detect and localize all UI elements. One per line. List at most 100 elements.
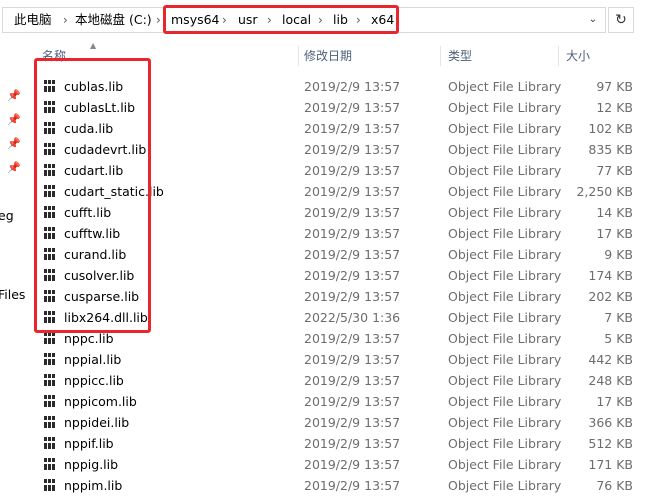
column-date[interactable]: 修改日期 [304,44,352,68]
file-date: 2019/2/9 13:57 [304,268,401,283]
file-row[interactable]: curand.lib 2019/2/9 13:57 Object File Libr… [30,244,661,265]
file-row[interactable]: cusparse.lib 2019/2/9 13:57 Object File Li… [30,286,661,307]
chevron-down-icon[interactable]: ⌄ [584,11,602,29]
file-row[interactable]: cudart_static.lib 2019/2/9 13:57 Object Fi… [30,181,661,202]
library-file-icon [44,311,57,323]
library-file-icon [44,122,57,134]
file-date: 2019/2/9 13:57 [304,121,401,136]
column-type[interactable]: 类型 [448,44,472,68]
file-type: Object File Library [448,100,562,115]
refresh-button[interactable]: ↻ [608,7,634,33]
file-date: 2019/2/9 13:57 [304,457,401,472]
file-size: 17 KB [596,394,633,409]
library-file-icon [44,290,57,302]
file-name: cudart.lib [64,163,124,178]
file-row[interactable]: cudadevrt.lib 2019/2/9 13:57 Object File L… [30,139,661,160]
address-bar: 此电脑 › 本地磁盘 (C:) › msys64 › usr › local ›… [0,0,661,40]
nav-item-partial[interactable]: Files [0,287,25,302]
file-size: 97 KB [596,79,633,94]
file-row[interactable]: nppicc.lib 2019/2/9 13:57 Object File Libr… [30,370,661,391]
breadcrumb-local[interactable]: local [282,11,311,29]
file-name: cuda.lib [64,121,114,136]
breadcrumb-local-disk[interactable]: 本地磁盘 (C:) [75,11,152,29]
file-date: 2019/2/9 13:57 [304,163,401,178]
column-divider[interactable] [298,46,299,66]
file-type: Object File Library [448,247,562,262]
file-name: nppial.lib [64,352,122,367]
library-file-icon [44,437,57,449]
file-row[interactable]: nppidei.lib 2019/2/9 13:57 Object File Lib… [30,412,661,433]
library-file-icon [44,143,57,155]
library-file-icon [44,374,57,386]
file-size: 366 KB [588,415,633,430]
file-row[interactable]: nppicom.lib 2019/2/9 13:57 Object File Lib… [30,391,661,412]
file-name: nppicc.lib [64,373,124,388]
file-date: 2022/5/30 1:36 [304,310,401,325]
column-name[interactable]: 名称 [42,44,66,68]
column-size[interactable]: 大小 [566,44,590,68]
file-size: 12 KB [596,100,633,115]
column-divider[interactable] [440,46,441,66]
file-row[interactable]: cufftw.lib 2019/2/9 13:57 Object File Libr… [30,223,661,244]
file-size: 2,250 KB [576,184,633,199]
navigation-pane: 📌 📌 📌 📌 eg Files [0,40,30,484]
file-row[interactable]: cuda.lib 2019/2/9 13:57 Object File Librar… [30,118,661,139]
breadcrumb-this-pc[interactable]: 此电脑 [14,11,52,29]
library-file-icon [44,80,57,92]
file-size: 174 KB [588,268,633,283]
breadcrumb-x64[interactable]: x64 [371,11,394,29]
file-row[interactable]: cusolver.lib 2019/2/9 13:57 Object File Li… [30,265,661,286]
column-divider[interactable] [558,46,559,66]
file-date: 2019/2/9 13:57 [304,436,401,451]
file-row[interactable]: nppc.lib 2019/2/9 13:57 Object File Librar… [30,328,661,349]
file-type: Object File Library [448,457,562,472]
file-size: 17 KB [596,226,633,241]
file-type: Object File Library [448,205,562,220]
file-row[interactable]: nppif.lib 2019/2/9 13:57 Object File Libra… [30,433,661,454]
library-file-icon [44,185,57,197]
file-row[interactable]: nppim.lib 2019/2/9 13:57 Object File Libra… [30,475,661,496]
file-size: 14 KB [596,205,633,220]
file-size: 171 KB [588,457,633,472]
library-file-icon [44,206,57,218]
breadcrumb-separator-icon[interactable]: › [63,11,68,29]
file-name: curand.lib [64,247,127,262]
breadcrumb-msys64[interactable]: msys64 [171,11,220,29]
file-row[interactable]: cudart.lib 2019/2/9 13:57 Object File Libr… [30,160,661,181]
file-name: libx264.dll.lib [64,310,148,325]
file-name: cufftw.lib [64,226,121,241]
pin-icon[interactable]: 📌 [7,137,21,151]
breadcrumb-separator-icon[interactable]: › [356,11,361,29]
pin-icon[interactable]: 📌 [7,161,21,175]
file-name: cublasLt.lib [64,100,136,115]
file-row[interactable]: nppial.lib 2019/2/9 13:57 Object File Libr… [30,349,661,370]
file-size: 7 KB [604,310,633,325]
nav-item-partial[interactable]: eg [0,208,14,223]
breadcrumb-separator-icon[interactable]: › [222,11,227,29]
file-row[interactable]: cublasLt.lib 2019/2/9 13:57 Object File Li… [30,97,661,118]
pin-icon[interactable]: 📌 [7,113,21,127]
file-name: cudart_static.lib [64,184,164,199]
file-name: nppidei.lib [64,415,130,430]
file-type: Object File Library [448,163,562,178]
breadcrumb-separator-icon[interactable]: › [318,11,323,29]
file-date: 2019/2/9 13:57 [304,478,401,493]
breadcrumb-lib[interactable]: lib [333,11,348,29]
breadcrumb-separator-icon[interactable]: › [156,11,161,29]
file-type: Object File Library [448,268,562,283]
file-name: cusolver.lib [64,268,135,283]
breadcrumb-usr[interactable]: usr [238,11,258,29]
breadcrumb-separator-icon[interactable]: › [267,11,272,29]
file-type: Object File Library [448,373,562,388]
refresh-icon: ↻ [615,12,627,28]
file-size: 5 KB [604,331,633,346]
file-name: cusparse.lib [64,289,140,304]
file-row[interactable]: nppig.lib 2019/2/9 13:57 Object File Libra… [30,454,661,475]
pin-icon[interactable]: 📌 [7,89,21,103]
file-row[interactable]: libx264.dll.lib 2022/5/30 1:36 Object File… [30,307,661,328]
file-row[interactable]: cublas.lib 2019/2/9 13:57 Object File Libr… [30,76,661,97]
library-file-icon [44,458,57,470]
file-row[interactable]: cufft.lib 2019/2/9 13:57 Object File Libra… [30,202,661,223]
file-date: 2019/2/9 13:57 [304,331,401,346]
file-size: 77 KB [596,163,633,178]
